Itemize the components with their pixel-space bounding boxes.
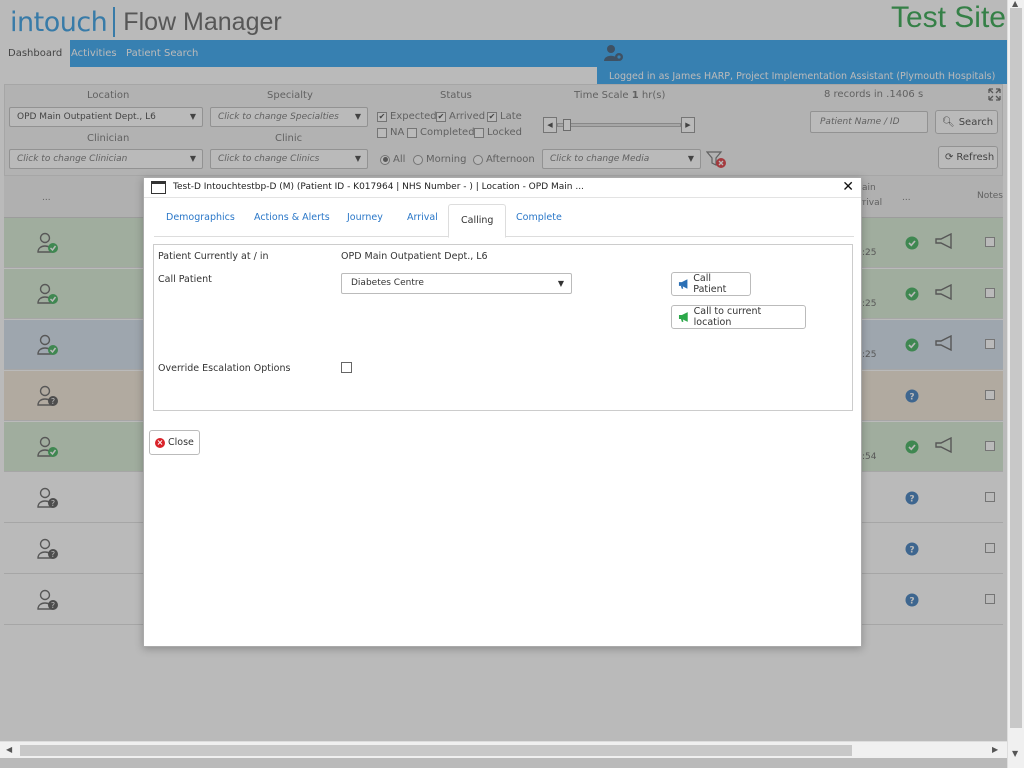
- horizontal-scrollbar[interactable]: ◀ ▶: [0, 741, 1007, 758]
- megaphone-icon: [678, 279, 688, 289]
- megaphone-icon: [678, 312, 688, 322]
- tab-actions-alerts[interactable]: Actions & Alerts: [254, 212, 330, 223]
- dialog-titlebar: Test-D Intouchtestbp-D (M) (Patient ID -…: [144, 178, 861, 198]
- current-location-value: OPD Main Outpatient Dept., L6: [341, 251, 488, 262]
- tab-journey[interactable]: Journey: [347, 212, 383, 223]
- patient-dialog: Test-D Intouchtestbp-D (M) (Patient ID -…: [143, 177, 862, 647]
- current-location-label: Patient Currently at / in: [158, 251, 269, 262]
- call-location-value: Diabetes Centre: [351, 278, 424, 288]
- window-icon: [151, 181, 166, 194]
- scroll-up-icon[interactable]: ▲: [1012, 0, 1018, 8]
- scroll-left-icon[interactable]: ◀: [6, 745, 12, 754]
- call-location-select[interactable]: Diabetes Centre ▼: [341, 273, 572, 294]
- call-patient-button-label: Call Patient: [693, 273, 727, 295]
- close-button-label: Close: [168, 437, 194, 448]
- vertical-scrollbar[interactable]: ▲ ▼: [1007, 0, 1024, 768]
- scroll-right-icon[interactable]: ▶: [992, 745, 998, 754]
- tab-arrival[interactable]: Arrival: [407, 212, 438, 223]
- close-button[interactable]: × Close: [149, 430, 200, 455]
- call-patient-button[interactable]: Call Patient: [671, 272, 751, 296]
- close-icon[interactable]: ✕: [842, 179, 854, 195]
- horizontal-scroll-thumb[interactable]: [20, 745, 852, 756]
- dialog-title: Test-D Intouchtestbp-D (M) (Patient ID -…: [173, 182, 584, 192]
- override-escalation-checkbox[interactable]: [341, 362, 352, 373]
- tab-demographics[interactable]: Demographics: [166, 212, 235, 223]
- override-escalation-label: Override Escalation Options: [158, 363, 291, 374]
- close-circle-icon: ×: [155, 437, 165, 448]
- chevron-down-icon: ▼: [557, 279, 564, 288]
- call-current-location-label: Call to current location: [693, 306, 762, 328]
- call-patient-label: Call Patient: [158, 274, 212, 285]
- tab-complete[interactable]: Complete: [516, 212, 562, 223]
- scroll-down-icon[interactable]: ▼: [1012, 749, 1018, 758]
- call-current-location-button[interactable]: Call to current location: [671, 305, 806, 329]
- vertical-scroll-thumb[interactable]: [1010, 8, 1022, 728]
- tab-calling[interactable]: Calling: [448, 204, 507, 238]
- dialog-tabs: Demographics Actions & Alerts Journey Ar…: [154, 204, 854, 238]
- calling-panel: Patient Currently at / in OPD Main Outpa…: [153, 244, 853, 411]
